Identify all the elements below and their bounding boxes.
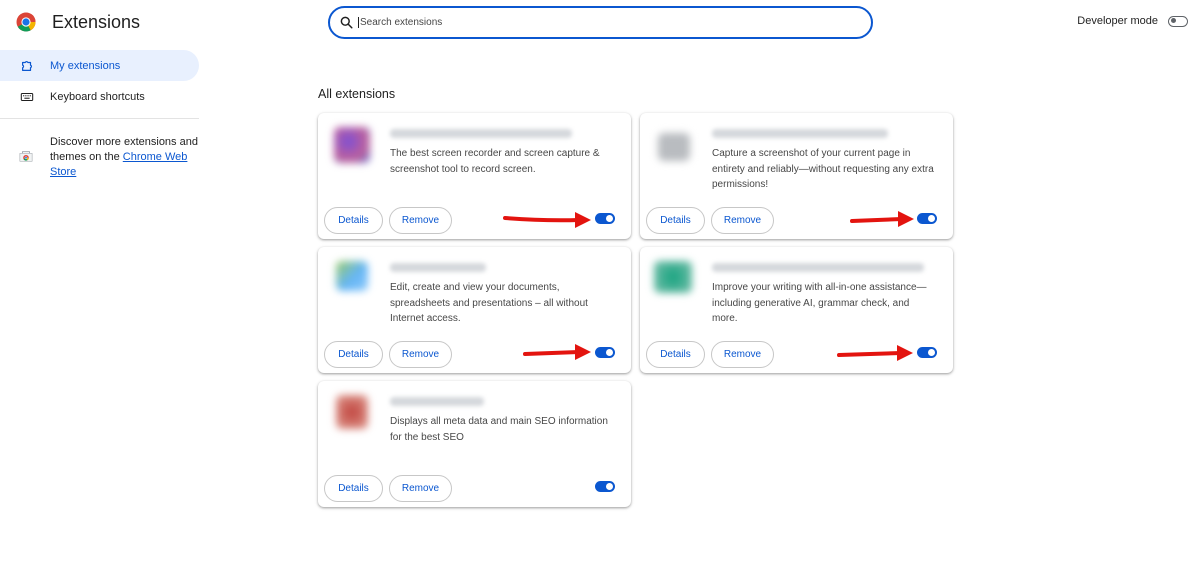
- extension-card: Displays all meta data and main SEO info…: [318, 381, 631, 507]
- extension-icon: [334, 127, 370, 163]
- sidebar-divider: [0, 118, 199, 119]
- details-button[interactable]: Details: [324, 207, 383, 234]
- developer-mode-toggle[interactable]: [1168, 15, 1188, 27]
- details-button[interactable]: Details: [646, 207, 705, 234]
- extension-name-redacted: [712, 263, 924, 272]
- sidebar-item-label: Keyboard shortcuts: [50, 90, 145, 103]
- remove-button[interactable]: Remove: [711, 207, 774, 234]
- extension-description: Capture a screenshot of your current pag…: [712, 148, 934, 190]
- sidebar-item-label: My extensions: [50, 59, 121, 72]
- chrome-web-store-icon: [19, 151, 33, 162]
- extension-name-redacted: [712, 129, 888, 138]
- extension-name-redacted: [390, 397, 484, 406]
- developer-mode-label: Developer mode: [1077, 15, 1158, 27]
- red-arrow-annotation: [850, 211, 914, 227]
- keyboard-icon: [20, 90, 34, 104]
- discover-more-text: Discover more extensions and themes on t…: [50, 136, 198, 178]
- extension-icon: [658, 133, 690, 161]
- sidebar-item-my-extensions[interactable]: My extensions: [0, 50, 199, 81]
- extension-enable-toggle[interactable]: [595, 481, 615, 492]
- sidebar-item-keyboard-shortcuts[interactable]: Keyboard shortcuts: [0, 81, 199, 112]
- details-button[interactable]: Details: [646, 341, 705, 368]
- remove-button[interactable]: Remove: [389, 475, 452, 502]
- extension-description: Improve your writing with all-in-one ass…: [712, 282, 927, 324]
- remove-button[interactable]: Remove: [389, 207, 452, 234]
- extension-name-redacted: [390, 129, 572, 138]
- search-icon: [340, 16, 353, 29]
- extension-icon: [336, 395, 368, 429]
- extension-enable-toggle[interactable]: [595, 213, 615, 224]
- remove-button[interactable]: Remove: [389, 341, 452, 368]
- puzzle-piece-icon: [20, 59, 34, 73]
- extension-icon: [336, 261, 368, 291]
- extension-enable-toggle[interactable]: [917, 213, 937, 224]
- remove-button[interactable]: Remove: [711, 341, 774, 368]
- extension-name-redacted: [390, 263, 486, 272]
- extension-enable-toggle[interactable]: [917, 347, 937, 358]
- extension-icon: [654, 261, 692, 293]
- extension-description: Edit, create and view your documents, sp…: [390, 282, 588, 324]
- section-title: All extensions: [318, 87, 396, 101]
- search-input[interactable]: [358, 17, 838, 28]
- search-box[interactable]: [328, 6, 873, 39]
- red-arrow-annotation: [837, 345, 913, 361]
- chrome-logo-icon: [16, 12, 36, 32]
- page-title: Extensions: [52, 12, 141, 32]
- extension-description: Displays all meta data and main SEO info…: [390, 416, 608, 443]
- red-arrow-annotation: [523, 344, 591, 360]
- extension-enable-toggle[interactable]: [595, 347, 615, 358]
- red-arrow-annotation: [503, 212, 591, 228]
- developer-mode: Developer mode: [1077, 15, 1188, 27]
- details-button[interactable]: Details: [324, 341, 383, 368]
- extension-description: The best screen recorder and screen capt…: [390, 148, 600, 175]
- details-button[interactable]: Details: [324, 475, 383, 502]
